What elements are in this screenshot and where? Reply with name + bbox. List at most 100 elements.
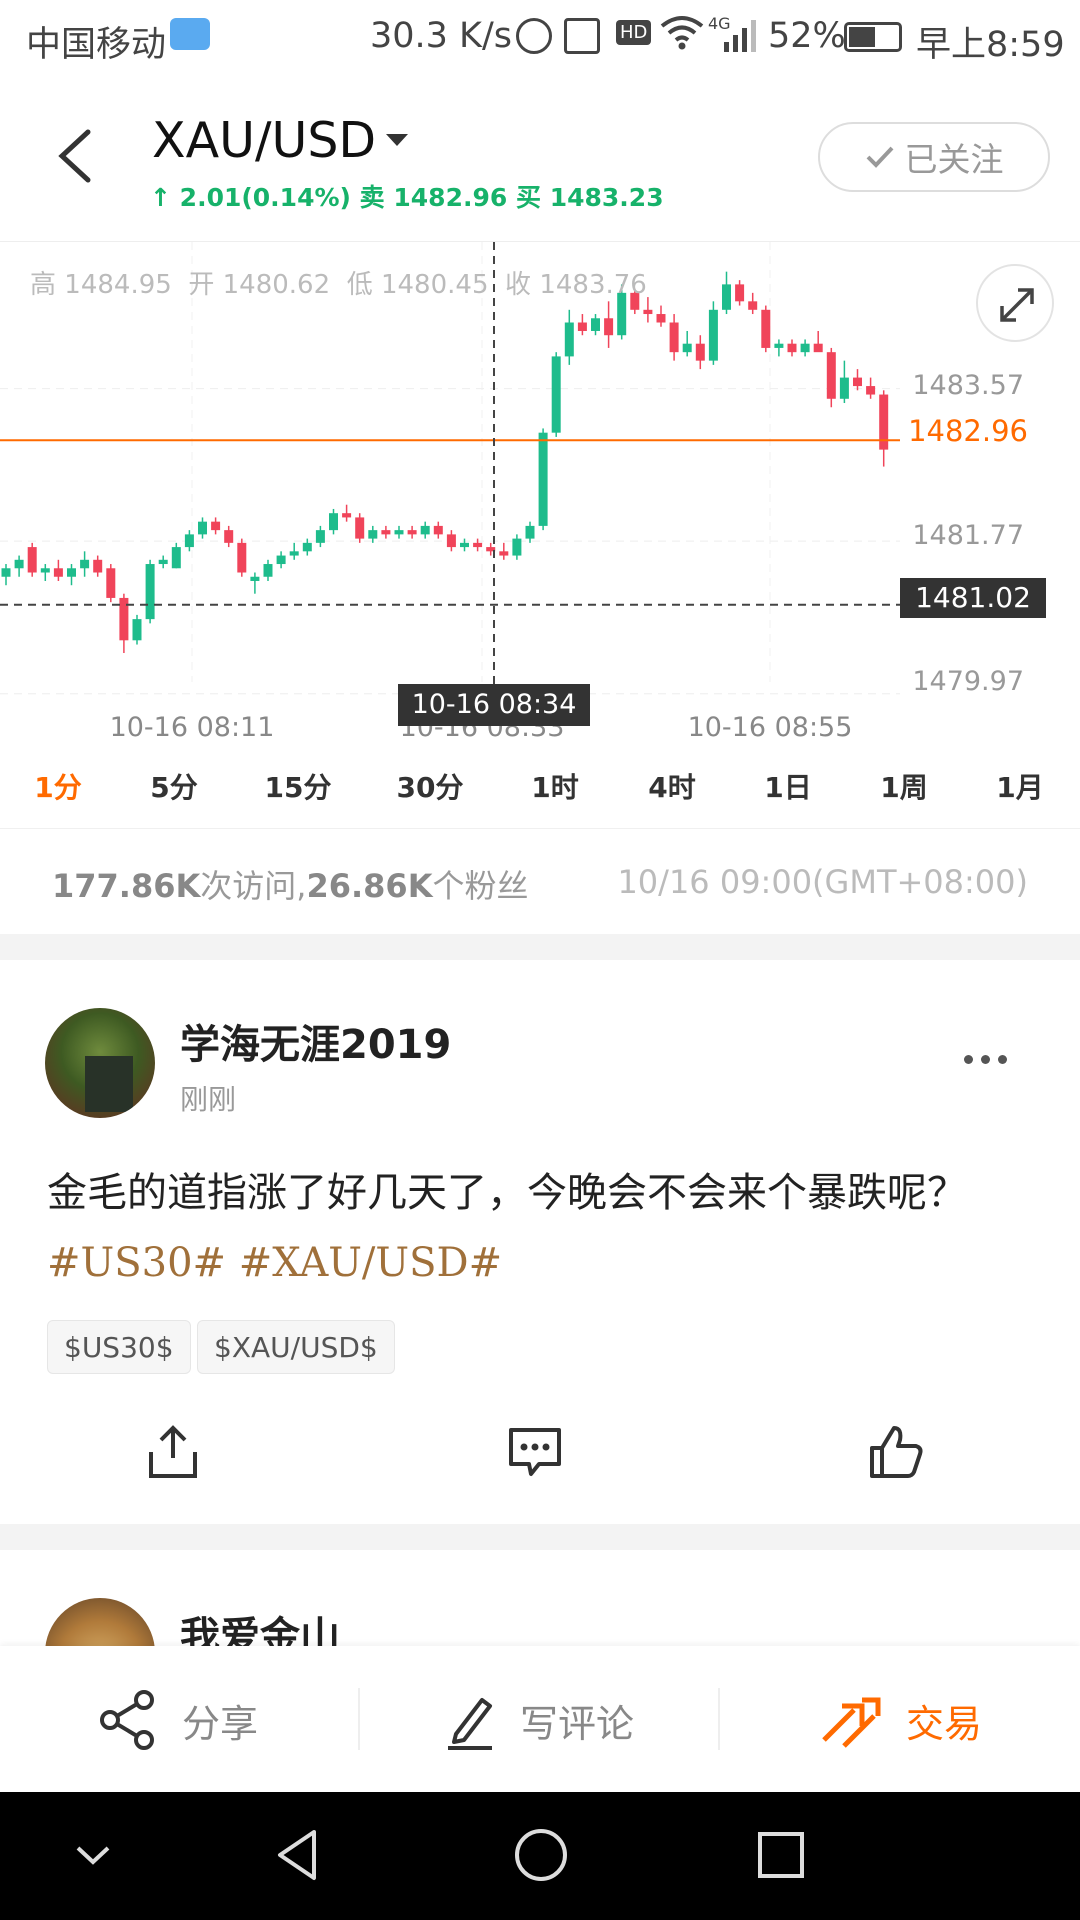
candle-body (263, 564, 273, 577)
comment-icon[interactable] (505, 1422, 565, 1482)
symbol-chip[interactable]: $US30$ (47, 1320, 191, 1374)
nav-recents-icon[interactable] (748, 1822, 814, 1888)
author-name[interactable]: 学海无涯2019 (180, 1012, 451, 1070)
candle-body (669, 322, 679, 353)
candle-body (813, 343, 823, 353)
x-tick-label: 10-16 08:55 (687, 712, 853, 743)
symbol-chip[interactable]: $XAU/USD$ (197, 1320, 395, 1374)
candle-body (394, 530, 404, 535)
candle-body (866, 386, 876, 395)
price-chart[interactable]: 高 1484.95 开 1480.62 低 1480.45 收 1483.76 … (0, 242, 1080, 743)
clock: 早上8:59 (916, 25, 1065, 65)
candle-body (302, 542, 312, 552)
sell-price: 1482.96 (393, 183, 508, 212)
more-icon[interactable] (964, 1055, 1008, 1069)
candle-body (735, 284, 745, 302)
hashtag[interactable]: #US30# (47, 1240, 226, 1286)
nav-back-icon[interactable] (266, 1822, 332, 1888)
tab-period[interactable]: 1时 (531, 766, 578, 806)
candle-body (695, 343, 705, 361)
buy-price: 1483.23 (549, 183, 664, 212)
share-out-icon[interactable] (143, 1422, 203, 1482)
pen-icon (448, 1698, 492, 1750)
candle-body (145, 564, 155, 620)
app-root: 中国移动 30.3 K/s HD 4G 52% 早上8:59 XAU/USD ↑… (0, 0, 1080, 1920)
candle-body (826, 352, 836, 399)
change-value: 2.01(0.14%) (179, 183, 351, 212)
tab-period[interactable]: 1周 (880, 766, 927, 806)
tab-period[interactable]: 30分 (397, 766, 464, 806)
symbol-title[interactable]: XAU/USD (152, 112, 376, 169)
system-nav-bar (0, 1792, 1080, 1920)
low-label: 低 (346, 270, 373, 300)
close-label: 收 (505, 270, 532, 300)
y-tick-label: 1481.77 (912, 520, 1024, 551)
check-icon (866, 146, 893, 168)
candle-body (250, 576, 260, 581)
last-price-label: 1482.96 (908, 414, 1028, 448)
candle-body (748, 301, 758, 310)
period-tabs: 1分 5分 15分 30分 1时 4时 1日 1周 1月 (0, 752, 1080, 822)
tab-period[interactable]: 5分 (150, 766, 197, 806)
candle-body (53, 568, 63, 577)
share-icon (100, 1690, 154, 1750)
candle-body (198, 521, 207, 535)
avatar[interactable] (45, 1008, 155, 1118)
tab-period[interactable]: 1日 (764, 766, 811, 806)
candle-body (879, 394, 889, 450)
stats-date: 10/16 09:00(GMT+08:00) (617, 863, 1028, 901)
fullscreen-button[interactable] (976, 264, 1054, 342)
candle-body (80, 559, 90, 569)
nav-home-icon[interactable] (508, 1822, 574, 1888)
tab-period[interactable]: 15分 (265, 766, 332, 806)
candle-body (722, 284, 731, 310)
candle-body (211, 521, 221, 531)
candle-body (682, 343, 692, 353)
follow-button[interactable]: 已关注 (818, 122, 1050, 192)
candle-body (67, 568, 76, 577)
expand-icon (1000, 288, 1034, 322)
hd-badge: HD (616, 20, 652, 45)
divider (358, 1688, 360, 1750)
back-icon[interactable] (50, 126, 110, 186)
stats-row: 177.86K次访问,26.86K个粉丝 10/16 09:00(GMT+08:… (0, 828, 1080, 934)
post-time: 刚刚 (180, 1083, 237, 1116)
tab-period[interactable]: 1月 (996, 766, 1043, 806)
candle-body (106, 568, 116, 598)
tab-period[interactable]: 1分 (34, 766, 81, 806)
tab-period[interactable]: 4时 (648, 766, 695, 806)
candle-body (184, 534, 194, 548)
candle-body (512, 538, 522, 556)
candle-body (407, 530, 417, 535)
candle-body (564, 322, 574, 357)
candle-body (171, 547, 181, 569)
candle-body (27, 547, 37, 573)
open-label: 开 (188, 270, 215, 300)
candle-body (132, 619, 142, 641)
chevron-down-icon[interactable] (386, 134, 408, 146)
wifi-icon (660, 12, 704, 61)
battery-percent: 52% (768, 16, 846, 56)
candle-body (499, 551, 509, 556)
chevron-down-icon[interactable] (60, 1822, 126, 1888)
trade-button[interactable]: 交易 (818, 1690, 982, 1750)
candle-body (473, 542, 483, 548)
low-value: 1480.45 (380, 270, 489, 300)
candle-body (551, 356, 561, 433)
candle-body (381, 530, 391, 535)
candle-body (329, 513, 338, 531)
like-icon[interactable] (866, 1422, 926, 1482)
candle-body (237, 542, 247, 573)
header: XAU/USD ↑ 2.01(0.14%) 卖 1482.96 买 1483.2… (0, 76, 1080, 242)
candle-body (355, 517, 365, 539)
share-button[interactable]: 分享 (98, 1690, 258, 1750)
alarm-icon (516, 18, 552, 54)
section-divider (0, 1524, 1080, 1550)
hashtag[interactable]: #XAU/USD# (239, 1240, 502, 1286)
bottom-action-bar: 分享 写评论 交易 (0, 1646, 1080, 1792)
candle-body (1, 568, 11, 577)
arrow-up-icon: ↑ (150, 183, 171, 212)
candle-body (643, 309, 653, 315)
write-comment-button[interactable]: 写评论 (446, 1690, 634, 1750)
quote-line: ↑ 2.01(0.14%) 卖 1482.96 买 1483.23 (150, 178, 664, 214)
